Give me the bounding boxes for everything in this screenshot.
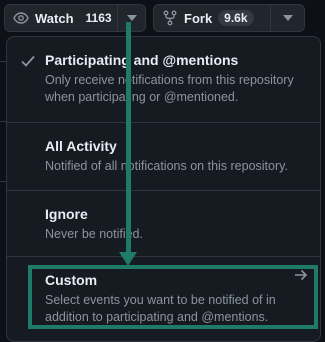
fork-count: 9.6k <box>218 10 254 26</box>
fork-button-group: Fork 9.6k <box>153 4 305 32</box>
repo-forked-icon <box>162 10 178 26</box>
triangle-down-icon <box>126 15 137 21</box>
menu-item-description: Never be notified. <box>45 227 143 241</box>
menu-item-participating[interactable]: Participating and @mentions Only receive… <box>7 37 320 123</box>
triangle-down-icon <box>282 15 293 21</box>
annotation-arrow-shaft <box>126 22 131 258</box>
watch-label: Watch <box>35 10 74 26</box>
watch-count: 1163 <box>85 11 112 25</box>
menu-item-title: Participating and @mentions <box>45 52 239 68</box>
check-icon <box>21 54 35 72</box>
watch-button-group: Watch 1163 <box>4 4 146 32</box>
fork-button[interactable]: Fork 9.6k <box>154 5 270 31</box>
menu-item-description: Notified of all notifications on this re… <box>45 159 288 173</box>
notification-settings-screen: Watch 1163 Fork 9.6k Participating and @… <box>0 0 325 342</box>
menu-item-ignore[interactable]: Ignore Never be notified. <box>7 191 320 257</box>
annotation-arrow-head <box>119 252 137 266</box>
menu-item-title: All Activity <box>45 138 117 154</box>
menu-item-title: Ignore <box>45 206 88 222</box>
watch-dropdown-toggle[interactable] <box>117 5 145 31</box>
fork-label: Fork <box>184 10 213 26</box>
annotation-highlight-box <box>28 265 318 329</box>
fork-dropdown-toggle[interactable] <box>270 5 304 31</box>
eye-icon <box>13 10 29 26</box>
watch-button[interactable]: Watch 1163 <box>5 5 117 31</box>
menu-item-all-activity[interactable]: All Activity Notified of all notificatio… <box>7 123 320 191</box>
menu-item-description: Only receive notifications from this rep… <box>45 73 294 104</box>
